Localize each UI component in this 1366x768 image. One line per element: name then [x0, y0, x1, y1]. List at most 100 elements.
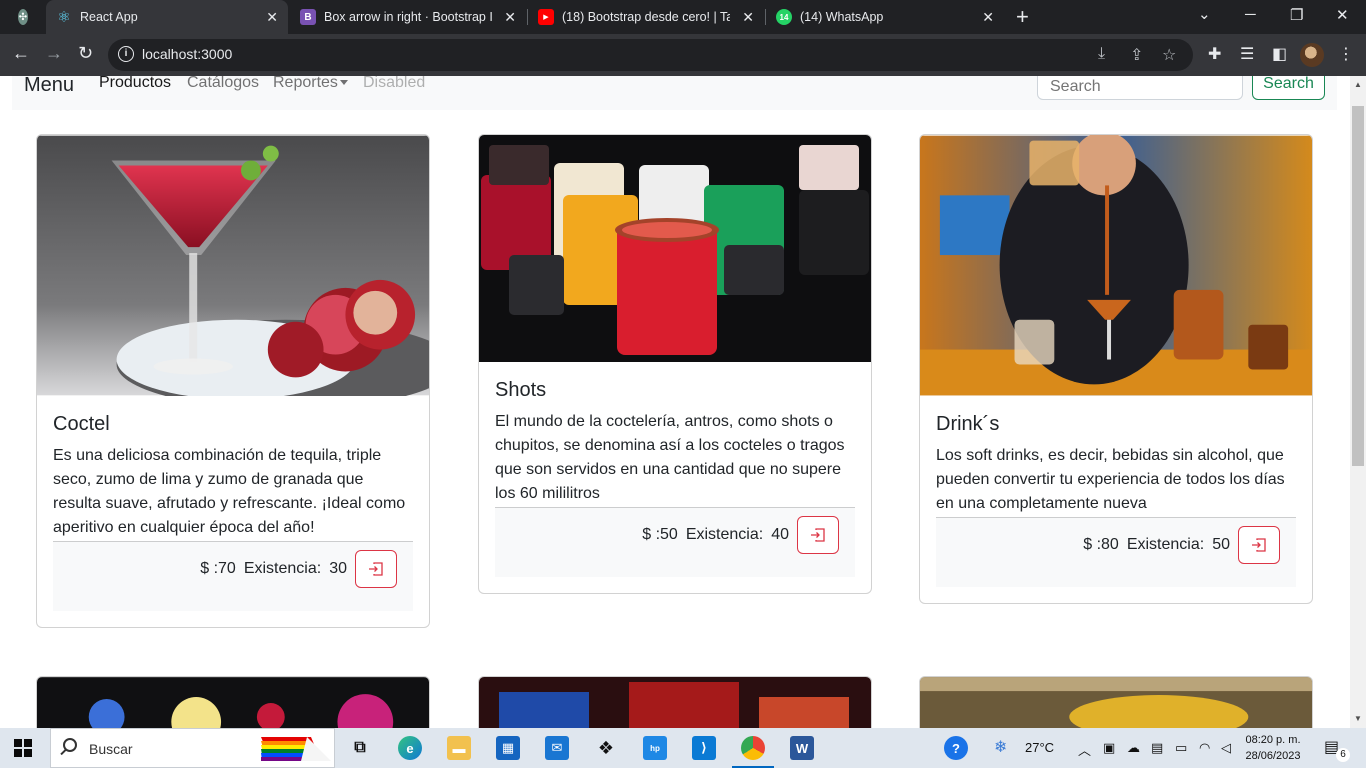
add-button[interactable] [1238, 526, 1280, 564]
back-icon[interactable]: ← [12, 43, 30, 64]
vscode-icon[interactable]: ⟩ [692, 736, 716, 760]
cloud-icon[interactable]: ☁ [1127, 740, 1140, 756]
card-title: Drink´s [936, 413, 1000, 435]
side-panel-icon[interactable]: ◧ [1272, 44, 1287, 64]
card-stock: 40 [771, 526, 789, 543]
card-body: Coctel Es una deliciosa combinación de t… [37, 396, 429, 627]
tab-bootstrap-icons[interactable]: B Box arrow in right · Bootstrap Ico ✕ [290, 0, 526, 34]
help-icon[interactable]: ? [944, 736, 968, 760]
url-text[interactable]: localhost:3000 [142, 46, 232, 62]
pride-flag-icon [261, 737, 331, 761]
close-window-icon[interactable]: ✕ [1336, 6, 1349, 24]
tab-search-icon[interactable]: ⌄ [1198, 5, 1211, 23]
card-footer: $ :80 Existencia: 50 [936, 517, 1296, 587]
install-app-icon[interactable]: ⤓ [1098, 45, 1105, 63]
weather-icon: ❄ [994, 739, 1008, 756]
card-stock: 30 [329, 560, 347, 577]
share-icon[interactable]: ⇪ [1130, 45, 1143, 65]
product-card: Drink´s Los soft drinks, es decir, bebid… [919, 134, 1313, 604]
file-explorer-icon[interactable]: ▬ [447, 736, 471, 760]
card-footer: $ :50 Existencia: 40 [495, 507, 855, 577]
battery-icon[interactable]: ▭ [1175, 740, 1187, 756]
close-icon[interactable]: ✕ [982, 9, 994, 26]
card-stock-label: Existencia: [685, 526, 764, 543]
reload-icon[interactable]: ↻ [78, 43, 93, 64]
display-icon[interactable]: ▤ [1151, 740, 1163, 756]
myhp-icon[interactable]: hp [643, 736, 667, 760]
forward-icon[interactable]: → [45, 43, 63, 64]
taskbar-search-label: Buscar [89, 741, 133, 757]
volume-icon[interactable]: ◁ [1221, 740, 1231, 756]
scrollbar-thumb[interactable] [1352, 106, 1364, 466]
dropbox-icon[interactable]: ❖ [594, 736, 618, 760]
card-price: $ :70 [200, 560, 236, 577]
browser-tab-bar: ✣ ⚛ React App ✕ B Box arrow in right · B… [0, 0, 1366, 34]
microsoft-store-icon[interactable]: ▦ [496, 736, 520, 760]
nav-link-catalogos[interactable]: Catálogos [187, 76, 259, 92]
mail-icon[interactable]: ✉ [545, 736, 569, 760]
extensions-icon[interactable]: ✚ [1208, 44, 1221, 64]
tab-chatgpt[interactable]: ✣ [8, 0, 46, 34]
tab-label: React App [80, 10, 138, 24]
card-image [37, 677, 429, 728]
bookmark-star-icon[interactable]: ☆ [1162, 45, 1176, 65]
card-text: Es una deliciosa combinación de tequila,… [53, 447, 406, 536]
edge-icon[interactable]: e [398, 736, 422, 760]
chatgpt-icon: ✣ [18, 9, 28, 25]
product-card [919, 676, 1313, 728]
card-stock-label: Existencia: [243, 560, 322, 577]
omnibox[interactable]: i localhost:3000 ⤓ ⇪ ☆ [108, 39, 1193, 71]
card-text: El mundo de la coctelería, antros, como … [495, 413, 845, 502]
nav-dropdown-reportes[interactable]: Reportes [273, 76, 348, 92]
system-clock[interactable]: 08:20 p. m. 28/06/2023 [1240, 732, 1306, 764]
taskbar-search-box[interactable]: Buscar [50, 728, 335, 768]
tab-label: (18) Bootstrap desde cero! | Tama [562, 10, 730, 24]
device-icon[interactable]: ▣ [1103, 740, 1115, 756]
product-card [36, 676, 430, 728]
profile-avatar[interactable] [1300, 43, 1324, 67]
card-price: $ :50 [642, 526, 678, 543]
page-viewport: Menu Productos Catálogos Reportes Disabl… [0, 76, 1350, 728]
nav-link-disabled: Disabled [363, 76, 426, 91]
task-view-icon[interactable]: ⧉ [348, 736, 372, 760]
tray-overflow-icon[interactable]: ︿ [1078, 740, 1091, 759]
page-scrollbar[interactable]: ▲ ▼ [1350, 76, 1366, 728]
card-body: Shots El mundo de la coctelería, antros,… [479, 362, 871, 593]
weather-temp[interactable]: 27°C [1025, 740, 1054, 755]
close-icon[interactable]: ✕ [504, 9, 516, 26]
box-arrow-in-right-icon [811, 528, 825, 542]
card-image-coctel [37, 135, 429, 396]
card-text: Los soft drinks, es decir, bebidas sin a… [936, 447, 1285, 512]
navbar-brand[interactable]: Menu [24, 76, 74, 97]
close-icon[interactable]: ✕ [742, 9, 754, 26]
tab-react-app[interactable]: ⚛ React App ✕ [46, 0, 288, 34]
minimize-icon[interactable]: ─ [1245, 6, 1256, 23]
restore-icon[interactable]: ❐ [1290, 6, 1303, 24]
new-tab-icon[interactable]: + [1016, 4, 1029, 30]
site-info-icon[interactable]: i [118, 46, 134, 62]
card-stock-label: Existencia: [1126, 536, 1205, 553]
card-image-shots [479, 135, 871, 362]
tab-whatsapp[interactable]: 14 (14) WhatsApp ✕ [766, 0, 1004, 34]
reading-list-icon[interactable]: ☰ [1240, 44, 1254, 64]
chrome-icon[interactable] [741, 736, 765, 760]
add-button[interactable] [797, 516, 839, 554]
search-button[interactable]: Search [1252, 76, 1325, 100]
react-icon: ⚛ [57, 9, 71, 26]
wifi-icon[interactable]: ◠ [1199, 740, 1210, 756]
close-icon[interactable]: ✕ [266, 9, 278, 26]
word-icon[interactable]: W [790, 736, 814, 760]
tab-youtube[interactable]: ▶ (18) Bootstrap desde cero! | Tama ✕ [528, 0, 764, 34]
scroll-up-icon[interactable]: ▲ [1354, 80, 1362, 89]
menu-kebab-icon[interactable]: ⋮ [1338, 44, 1354, 64]
card-image [920, 677, 1312, 728]
search-input[interactable] [1037, 76, 1243, 100]
card-title: Shots [495, 379, 547, 401]
tab-label: (14) WhatsApp [800, 10, 884, 24]
scroll-down-icon[interactable]: ▼ [1354, 714, 1362, 723]
search-icon [63, 738, 77, 752]
windows-start-icon[interactable] [14, 739, 32, 757]
add-button[interactable] [355, 550, 397, 588]
product-card: Coctel Es una deliciosa combinación de t… [36, 134, 430, 628]
nav-link-productos[interactable]: Productos [99, 76, 171, 92]
